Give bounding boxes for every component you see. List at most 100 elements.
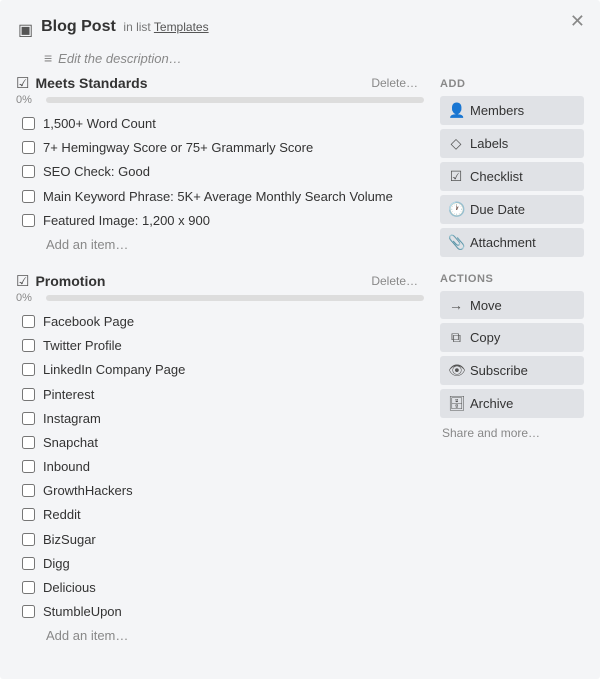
copy-label: Copy xyxy=(470,330,500,345)
edit-description-link[interactable]: Edit the description… xyxy=(58,51,182,66)
list-item: Reddit xyxy=(20,503,424,527)
card-modal: ▣ Blog Post in list Templates ✕ ≡ Edit t… xyxy=(0,0,600,679)
list-item: SEO Check: Good xyxy=(20,160,424,184)
card-sidebar: Add 👤 Members ◇ Labels ☑ Checklist 🕐 Due… xyxy=(432,74,592,663)
list-item: Featured Image: 1,200 x 900 xyxy=(20,209,424,233)
add-item-button-1[interactable]: Add an item… xyxy=(40,233,134,256)
progress-bar-bg-2 xyxy=(46,295,424,301)
checkbox-promo-11[interactable] xyxy=(22,557,35,570)
item-label: Twitter Profile xyxy=(43,337,122,355)
due-date-button[interactable]: 🕐 Due Date xyxy=(440,195,584,224)
list-item: GrowthHackers xyxy=(20,479,424,503)
item-label: Featured Image: 1,200 x 900 xyxy=(43,212,210,230)
list-item: Pinterest xyxy=(20,383,424,407)
attachment-icon: 📎 xyxy=(448,234,464,251)
checkbox-item-3[interactable] xyxy=(22,165,35,178)
move-label: Move xyxy=(470,298,502,313)
checkbox-item-5[interactable] xyxy=(22,214,35,227)
item-label: Delicious xyxy=(43,579,96,597)
checklist-meets-standards-header: ☑ Meets Standards Delete… xyxy=(16,74,424,92)
list-item: 1,500+ Word Count xyxy=(20,112,424,136)
item-label: Facebook Page xyxy=(43,313,134,331)
labels-label: Labels xyxy=(470,136,508,151)
progress-area-1: 0% xyxy=(16,94,424,106)
checkbox-promo-2[interactable] xyxy=(22,339,35,352)
progress-bar-bg-1 xyxy=(46,97,424,103)
labels-icon: ◇ xyxy=(448,135,464,152)
list-item: 7+ Hemingway Score or 75+ Grammarly Scor… xyxy=(20,136,424,160)
list-item: Twitter Profile xyxy=(20,334,424,358)
checklist-items-2: Facebook Page Twitter Profile LinkedIn C… xyxy=(16,310,424,624)
add-item-button-2[interactable]: Add an item… xyxy=(40,624,134,647)
attachment-button[interactable]: 📎 Attachment xyxy=(440,228,584,257)
item-label: 1,500+ Word Count xyxy=(43,115,156,133)
list-item: Delicious xyxy=(20,576,424,600)
subscribe-button[interactable]: 👁 Subscribe xyxy=(440,356,584,385)
checklist-meets-standards-title: Meets Standards xyxy=(35,75,147,91)
due-date-icon: 🕐 xyxy=(448,201,464,218)
checkbox-item-4[interactable] xyxy=(22,190,35,203)
archive-label: Archive xyxy=(470,396,513,411)
share-more-link[interactable]: Share and more… xyxy=(440,422,584,444)
delete-promotion-button[interactable]: Delete… xyxy=(365,272,424,290)
checkbox-promo-1[interactable] xyxy=(22,315,35,328)
checklist-promotion-header: ☑ Promotion Delete… xyxy=(16,272,424,290)
checklist-icon: ☑ xyxy=(448,168,464,185)
archive-icon: 🗄 xyxy=(448,395,464,412)
card-main: ☑ Meets Standards Delete… 0% 1,500+ Word… xyxy=(8,74,432,663)
item-label: GrowthHackers xyxy=(43,482,133,500)
card-header: ▣ Blog Post in list Templates xyxy=(8,10,592,44)
item-label: 7+ Hemingway Score or 75+ Grammarly Scor… xyxy=(43,139,313,157)
card-title-icon: ▣ xyxy=(18,20,33,40)
checkbox-promo-4[interactable] xyxy=(22,388,35,401)
checklist-promotion: ☑ Promotion Delete… 0% Facebook Page xyxy=(16,272,424,647)
description-icon: ≡ xyxy=(44,50,52,66)
checkbox-promo-6[interactable] xyxy=(22,436,35,449)
card-title-area: Blog Post in list Templates xyxy=(41,18,208,36)
checkbox-item-2[interactable] xyxy=(22,141,35,154)
members-label: Members xyxy=(470,103,524,118)
progress-percent-2: 0% xyxy=(16,292,40,304)
list-item: LinkedIn Company Page xyxy=(20,358,424,382)
item-label: Snapchat xyxy=(43,434,98,452)
list-item: Digg xyxy=(20,552,424,576)
checklist-icon: ☑ xyxy=(16,74,29,92)
checkbox-promo-3[interactable] xyxy=(22,363,35,376)
list-link[interactable]: Templates xyxy=(154,20,209,34)
checkbox-promo-13[interactable] xyxy=(22,605,35,618)
checkbox-promo-5[interactable] xyxy=(22,412,35,425)
checkbox-promo-10[interactable] xyxy=(22,533,35,546)
item-label: Main Keyword Phrase: 5K+ Average Monthly… xyxy=(43,188,393,206)
checklist-label: Checklist xyxy=(470,169,523,184)
move-button[interactable]: → Move xyxy=(440,291,584,319)
add-section-title: Add xyxy=(440,78,584,90)
copy-button[interactable]: ⧉ Copy xyxy=(440,323,584,352)
progress-percent-1: 0% xyxy=(16,94,40,106)
close-button[interactable]: ✕ xyxy=(565,10,590,32)
due-date-label: Due Date xyxy=(470,202,525,217)
delete-meets-standards-button[interactable]: Delete… xyxy=(365,74,424,92)
card-in-list: in list Templates xyxy=(123,20,208,34)
copy-icon: ⧉ xyxy=(448,329,464,346)
progress-area-2: 0% xyxy=(16,292,424,304)
checklist-button[interactable]: ☑ Checklist xyxy=(440,162,584,191)
checkbox-promo-8[interactable] xyxy=(22,484,35,497)
checkbox-item-1[interactable] xyxy=(22,117,35,130)
item-label: StumbleUpon xyxy=(43,603,122,621)
item-label: Reddit xyxy=(43,506,81,524)
checkbox-promo-12[interactable] xyxy=(22,581,35,594)
labels-button[interactable]: ◇ Labels xyxy=(440,129,584,158)
checkbox-promo-7[interactable] xyxy=(22,460,35,473)
checklist-title-area: ☑ Meets Standards xyxy=(16,74,148,92)
description-area: ≡ Edit the description… xyxy=(34,48,592,74)
archive-button[interactable]: 🗄 Archive xyxy=(440,389,584,418)
checklist-meets-standards: ☑ Meets Standards Delete… 0% 1,500+ Word… xyxy=(16,74,424,256)
list-item: Snapchat xyxy=(20,431,424,455)
members-button[interactable]: 👤 Members xyxy=(440,96,584,125)
checkbox-promo-9[interactable] xyxy=(22,508,35,521)
actions-section-title: Actions xyxy=(440,273,584,285)
item-label: Instagram xyxy=(43,410,101,428)
checklist-promotion-title-area: ☑ Promotion xyxy=(16,272,105,290)
item-label: BizSugar xyxy=(43,531,96,549)
checklist-promotion-icon: ☑ xyxy=(16,272,29,290)
